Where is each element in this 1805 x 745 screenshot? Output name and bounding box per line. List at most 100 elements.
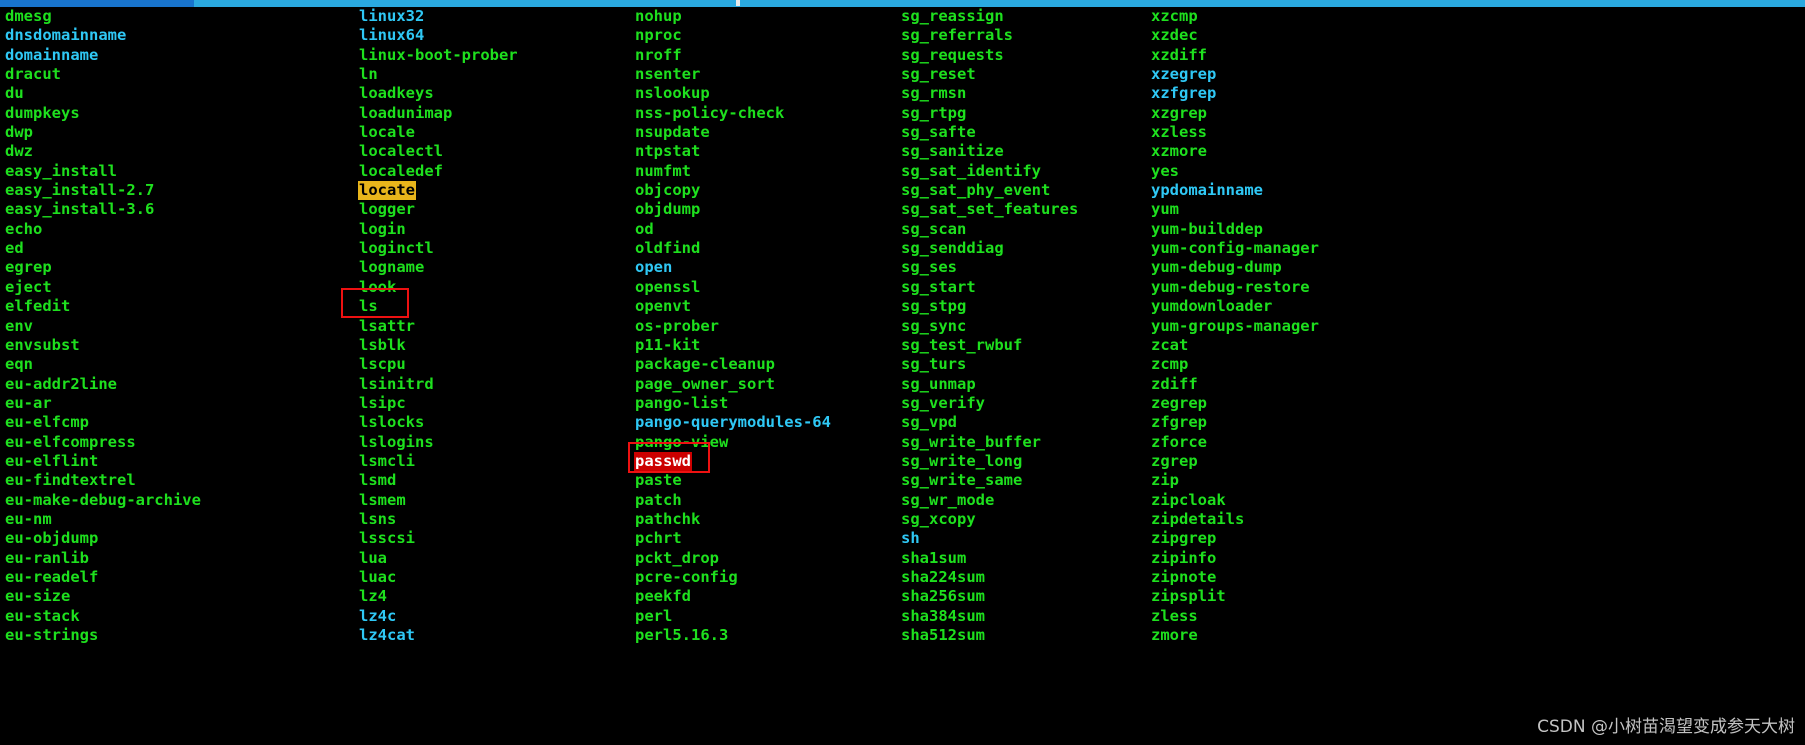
command-entry[interactable]: lz4cat <box>358 626 416 645</box>
command-entry[interactable]: yum <box>1150 200 1180 219</box>
command-entry[interactable]: sg_wr_mode <box>900 491 995 510</box>
command-entry[interactable]: nsenter <box>634 65 701 84</box>
command-entry[interactable]: sh <box>900 529 921 548</box>
command-entry[interactable]: sg_sat_set_features <box>900 200 1079 219</box>
command-entry[interactable]: ls <box>358 297 379 316</box>
command-entry[interactable]: locate <box>358 181 416 201</box>
command-entry[interactable]: yum-groups-manager <box>1150 317 1320 336</box>
command-entry[interactable]: zip <box>1150 471 1180 490</box>
command-entry[interactable]: sg_sat_identify <box>900 162 1042 181</box>
command-entry[interactable]: xzfgrep <box>1150 84 1217 103</box>
command-entry[interactable]: zcat <box>1150 336 1189 355</box>
command-entry[interactable]: dumpkeys <box>4 104 81 123</box>
command-entry[interactable]: lz4 <box>358 587 388 606</box>
command-entry[interactable]: xzdiff <box>1150 46 1208 65</box>
command-entry[interactable]: zgrep <box>1150 452 1199 471</box>
command-entry[interactable]: eu-size <box>4 587 71 606</box>
command-entry[interactable]: sha1sum <box>900 549 967 568</box>
command-entry[interactable]: openssl <box>634 278 701 297</box>
command-entry[interactable]: ypdomainname <box>1150 181 1264 200</box>
command-entry[interactable]: paste <box>634 471 683 490</box>
command-entry[interactable]: sg_senddiag <box>900 239 1005 258</box>
command-entry[interactable]: sha384sum <box>900 607 986 626</box>
command-entry[interactable]: xzmore <box>1150 142 1208 161</box>
command-entry[interactable]: echo <box>4 220 43 239</box>
command-entry[interactable]: xzdec <box>1150 26 1199 45</box>
command-entry[interactable]: sg_scan <box>900 220 967 239</box>
command-entry[interactable]: od <box>634 220 655 239</box>
command-entry[interactable]: dnsdomainname <box>4 26 127 45</box>
command-entry[interactable]: sg_xcopy <box>900 510 977 529</box>
command-entry[interactable]: logger <box>358 200 416 219</box>
command-entry[interactable]: yum-config-manager <box>1150 239 1320 258</box>
command-entry[interactable]: pcre-config <box>634 568 739 587</box>
command-entry[interactable]: eu-readelf <box>4 568 99 587</box>
command-entry[interactable]: numfmt <box>634 162 692 181</box>
command-entry[interactable]: zipinfo <box>1150 549 1217 568</box>
command-entry[interactable]: nss-policy-check <box>634 104 785 123</box>
command-entry[interactable]: nohup <box>634 7 683 26</box>
command-entry[interactable]: zforce <box>1150 433 1208 452</box>
command-entry[interactable]: xzless <box>1150 123 1208 142</box>
command-entry[interactable]: lsns <box>358 510 397 529</box>
command-entry[interactable]: sg_sync <box>900 317 967 336</box>
command-entry[interactable]: sha256sum <box>900 587 986 606</box>
command-entry[interactable]: zless <box>1150 607 1199 626</box>
command-entry[interactable]: eu-elfcmp <box>4 413 90 432</box>
command-entry[interactable]: xzcmp <box>1150 7 1199 26</box>
command-entry[interactable]: p11-kit <box>634 336 701 355</box>
command-entry[interactable]: lslocks <box>358 413 425 432</box>
command-entry[interactable]: linux64 <box>358 26 425 45</box>
command-entry[interactable]: loadunimap <box>358 104 453 123</box>
command-entry[interactable]: pathchk <box>634 510 701 529</box>
command-entry[interactable]: lz4c <box>358 607 397 626</box>
command-entry[interactable]: lslogins <box>358 433 435 452</box>
command-entry[interactable]: login <box>358 220 407 239</box>
command-entry[interactable]: lsblk <box>358 336 407 355</box>
command-entry[interactable]: ntpstat <box>634 142 701 161</box>
command-entry[interactable]: zdiff <box>1150 375 1199 394</box>
command-entry[interactable]: pango-list <box>634 394 729 413</box>
command-entry[interactable]: zmore <box>1150 626 1199 645</box>
command-entry[interactable]: eu-elflint <box>4 452 99 471</box>
command-entry[interactable]: dracut <box>4 65 62 84</box>
command-entry[interactable]: sg_write_buffer <box>900 433 1042 452</box>
command-entry[interactable]: sg_reset <box>900 65 977 84</box>
command-entry[interactable]: package-cleanup <box>634 355 776 374</box>
command-entry[interactable]: ed <box>4 239 25 258</box>
command-entry[interactable]: linux-boot-prober <box>358 46 519 65</box>
command-entry[interactable]: eu-objdump <box>4 529 99 548</box>
command-entry[interactable]: lsmd <box>358 471 397 490</box>
command-entry[interactable]: eu-stack <box>4 607 81 626</box>
command-entry[interactable]: sg_start <box>900 278 977 297</box>
command-entry[interactable]: dwp <box>4 123 34 142</box>
command-entry[interactable]: sg_referrals <box>900 26 1014 45</box>
command-entry[interactable]: pango-view <box>634 433 729 452</box>
command-entry[interactable]: localectl <box>358 142 444 161</box>
command-entry[interactable]: objdump <box>634 200 701 219</box>
command-entry[interactable]: sha224sum <box>900 568 986 587</box>
command-entry[interactable]: yumdownloader <box>1150 297 1273 316</box>
command-entry[interactable]: lsattr <box>358 317 416 336</box>
command-entry[interactable]: logname <box>358 258 425 277</box>
command-entry[interactable]: xzegrep <box>1150 65 1217 84</box>
command-entry[interactable]: easy_install-3.6 <box>4 200 155 219</box>
command-entry[interactable]: sg_rmsn <box>900 84 967 103</box>
command-entry[interactable]: du <box>4 84 25 103</box>
command-entry[interactable]: peekfd <box>634 587 692 606</box>
command-entry[interactable]: sg_turs <box>900 355 967 374</box>
command-entry[interactable]: passwd <box>634 451 692 472</box>
command-entry[interactable]: sg_reassign <box>900 7 1005 26</box>
command-entry[interactable]: pchrt <box>634 529 683 548</box>
command-entry[interactable]: xzgrep <box>1150 104 1208 123</box>
command-entry[interactable]: nproc <box>634 26 683 45</box>
command-entry[interactable]: zfgrep <box>1150 413 1208 432</box>
command-entry[interactable]: objcopy <box>634 181 701 200</box>
command-entry[interactable]: dwz <box>4 142 34 161</box>
command-entry[interactable]: easy_install-2.7 <box>4 181 155 200</box>
command-entry[interactable]: zipsplit <box>1150 587 1227 606</box>
command-entry[interactable]: eject <box>4 278 53 297</box>
command-entry[interactable]: yum-debug-restore <box>1150 278 1311 297</box>
command-entry[interactable]: eqn <box>4 355 34 374</box>
command-entry[interactable]: zipdetails <box>1150 510 1245 529</box>
